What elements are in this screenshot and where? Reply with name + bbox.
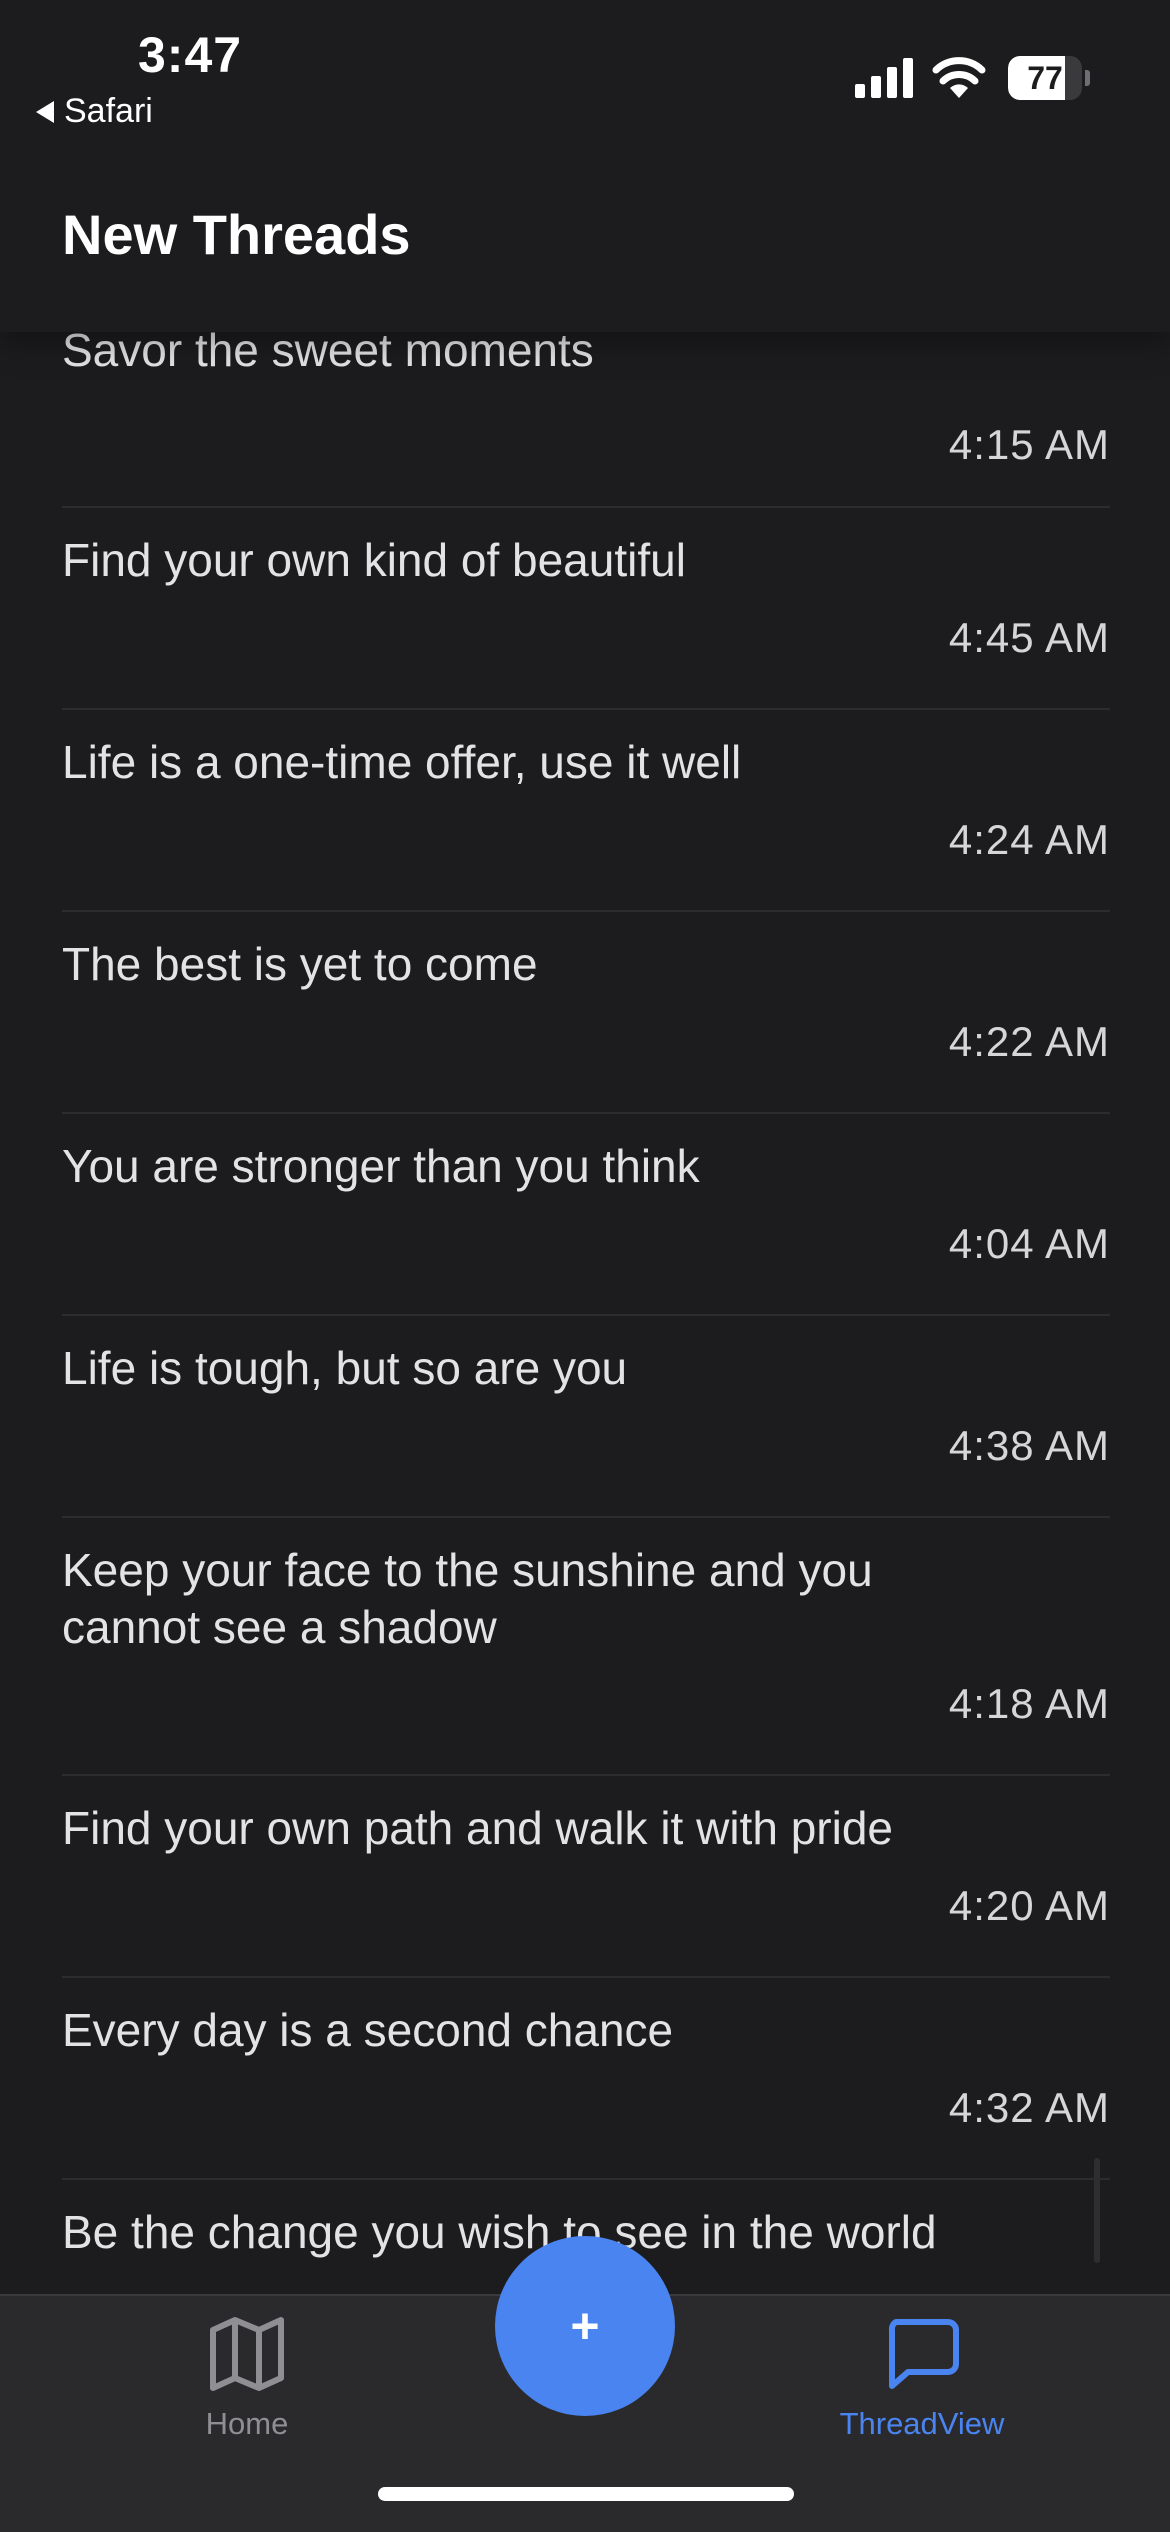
thread-time: 4:38 AM bbox=[948, 1422, 1110, 1469]
thread-item[interactable]: The best is yet to come 4:22 AM bbox=[62, 912, 1110, 1114]
thread-title: Life is tough, but so are you bbox=[62, 1342, 628, 1394]
thread-title: Savor the sweet moments bbox=[62, 332, 594, 376]
thread-time: 4:04 AM bbox=[948, 1220, 1110, 1267]
home-indicator[interactable] bbox=[378, 2487, 794, 2501]
page-title: New Threads bbox=[62, 203, 411, 266]
map-icon bbox=[210, 2317, 284, 2391]
new-thread-button[interactable]: + bbox=[495, 2236, 675, 2416]
status-time: 3:47 bbox=[138, 27, 243, 83]
thread-item[interactable]: Life is a one-time offer, use it well 4:… bbox=[62, 710, 1110, 912]
back-link-label: Safari bbox=[64, 92, 153, 130]
tab-threadview-label: ThreadView bbox=[839, 2406, 1005, 2441]
thread-list[interactable]: Savor the sweet moments 4:15 AM Find you… bbox=[0, 332, 1170, 2294]
thread-title: You are stronger than you think bbox=[62, 1140, 700, 1192]
back-arrow-icon bbox=[36, 100, 54, 123]
battery-cap bbox=[1085, 70, 1090, 86]
thread-time: 4:24 AM bbox=[948, 816, 1110, 863]
thread-title: Every day is a second chance bbox=[62, 2004, 674, 2056]
plus-icon: + bbox=[570, 2298, 600, 2354]
thread-time: 4:45 AM bbox=[948, 614, 1110, 661]
chat-bubble-icon bbox=[888, 2319, 959, 2389]
thread-time: 4:15 AM bbox=[948, 421, 1110, 468]
thread-title: Find your own path and walk it with prid… bbox=[62, 1802, 893, 1854]
back-to-safari-link[interactable]: Safari bbox=[36, 92, 153, 131]
page-header: New Threads bbox=[0, 150, 1170, 332]
thread-title: The best is yet to come bbox=[62, 938, 538, 990]
cellular-signal-icon bbox=[855, 58, 913, 98]
scroll-indicator[interactable] bbox=[1094, 2158, 1100, 2263]
thread-title: Life is a one-time offer, use it well bbox=[62, 736, 742, 788]
thread-item[interactable]: Find your own path and walk it with prid… bbox=[62, 1776, 1110, 1978]
thread-title: Find your own kind of beautiful bbox=[62, 534, 686, 586]
thread-item[interactable]: You are stronger than you think 4:04 AM bbox=[62, 1114, 1110, 1316]
thread-item[interactable]: Keep your face to the sunshine and you c… bbox=[62, 1518, 1110, 1776]
thread-time: 4:32 AM bbox=[948, 2084, 1110, 2131]
thread-item[interactable]: Savor the sweet moments 4:15 AM bbox=[62, 332, 1110, 508]
thread-item[interactable]: Life is tough, but so are you 4:38 AM bbox=[62, 1316, 1110, 1518]
status-bar: 3:47 Safari 77 bbox=[0, 0, 1170, 150]
thread-title: Keep your face to the sunshine and you c… bbox=[62, 1544, 873, 1653]
tab-home-label: Home bbox=[205, 2406, 289, 2441]
thread-time: 4:20 AM bbox=[948, 1882, 1110, 1929]
tab-threadview[interactable]: ThreadView bbox=[822, 2316, 1022, 2442]
battery-icon: 77 bbox=[1008, 56, 1090, 100]
battery-level-text: 77 bbox=[1027, 60, 1063, 96]
thread-item[interactable]: Every day is a second chance 4:32 AM bbox=[62, 1978, 1110, 2180]
tab-home[interactable]: Home bbox=[147, 2316, 347, 2442]
wifi-icon bbox=[932, 57, 986, 98]
thread-time: 4:22 AM bbox=[948, 1018, 1110, 1065]
thread-time: 4:18 AM bbox=[948, 1680, 1110, 1727]
thread-item[interactable]: Find your own kind of beautiful 4:45 AM bbox=[62, 508, 1110, 710]
battery-body: 77 bbox=[1008, 56, 1082, 100]
